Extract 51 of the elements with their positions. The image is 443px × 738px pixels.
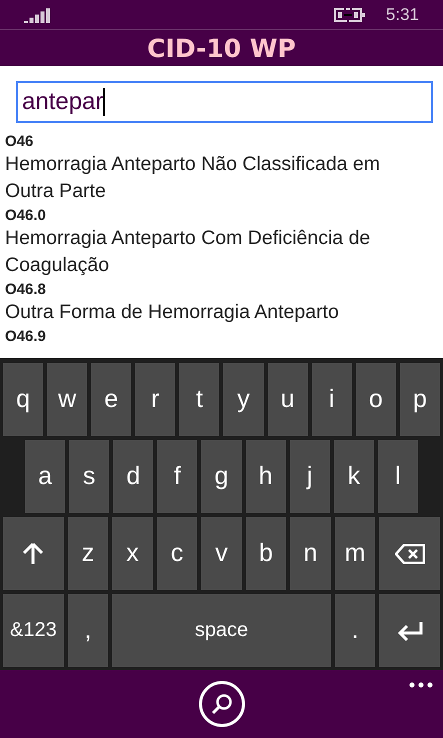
- letter-key[interactable]: l: [378, 440, 418, 513]
- letter-key[interactable]: k: [334, 440, 374, 513]
- result-description[interactable]: Outra Forma de Hemorragia Anteparto: [5, 299, 443, 326]
- letter-key[interactable]: g: [201, 440, 242, 513]
- letter-key[interactable]: s: [69, 440, 110, 513]
- enter-key[interactable]: [379, 594, 440, 667]
- battery-charging-icon: [334, 6, 366, 22]
- letter-key[interactable]: b: [246, 517, 286, 590]
- letter-key[interactable]: e: [91, 363, 132, 436]
- letter-key[interactable]: m: [334, 517, 376, 590]
- letter-key[interactable]: o: [356, 363, 396, 436]
- letter-key[interactable]: w: [47, 363, 88, 436]
- letter-key[interactable]: x: [112, 517, 153, 590]
- period-key[interactable]: .: [334, 594, 376, 667]
- shift-key[interactable]: [3, 517, 64, 590]
- backspace-icon: [394, 544, 425, 564]
- result-description[interactable]: Hemorragia Anteparto Com Deficiência de Coagulação: [5, 225, 443, 279]
- result-description[interactable]: Hemorragia Anteparto Não Classificada em Outra Parte: [5, 151, 443, 205]
- result-code[interactable]: O46.9: [5, 327, 443, 346]
- comma-key[interactable]: ,: [68, 594, 108, 667]
- letter-key[interactable]: u: [268, 363, 308, 436]
- app-title: CID-10 WP: [147, 34, 296, 62]
- letter-key[interactable]: i: [312, 363, 352, 436]
- letter-key[interactable]: c: [156, 517, 198, 590]
- letter-key[interactable]: v: [201, 517, 242, 590]
- search-field[interactable]: antepar: [16, 81, 433, 123]
- letter-key[interactable]: r: [135, 363, 176, 436]
- search-icon: [210, 693, 232, 715]
- search-button[interactable]: [198, 681, 244, 727]
- status-time: 5:31: [386, 4, 419, 24]
- letter-key[interactable]: t: [179, 363, 220, 436]
- symbols-key[interactable]: &123: [3, 594, 64, 667]
- letter-key[interactable]: a: [25, 440, 66, 513]
- space-key[interactable]: space: [112, 594, 331, 667]
- enter-arrow-icon: [396, 620, 423, 640]
- signal-icon: [24, 6, 51, 22]
- letter-key[interactable]: h: [246, 440, 286, 513]
- shift-arrow-icon: [23, 542, 44, 564]
- result-code[interactable]: O46.0: [5, 206, 443, 225]
- result-code[interactable]: O46: [5, 132, 443, 151]
- letter-key[interactable]: p: [400, 363, 440, 436]
- letter-key[interactable]: z: [68, 517, 108, 590]
- letter-key[interactable]: d: [113, 440, 154, 513]
- result-code[interactable]: O46.8: [5, 280, 443, 299]
- more-options-icon[interactable]: [409, 682, 433, 688]
- letter-key[interactable]: y: [223, 363, 264, 436]
- letter-key[interactable]: f: [157, 440, 198, 513]
- letter-key[interactable]: n: [290, 517, 331, 590]
- letter-key[interactable]: q: [3, 363, 44, 436]
- backspace-key[interactable]: [379, 517, 440, 590]
- letter-key[interactable]: j: [290, 440, 330, 513]
